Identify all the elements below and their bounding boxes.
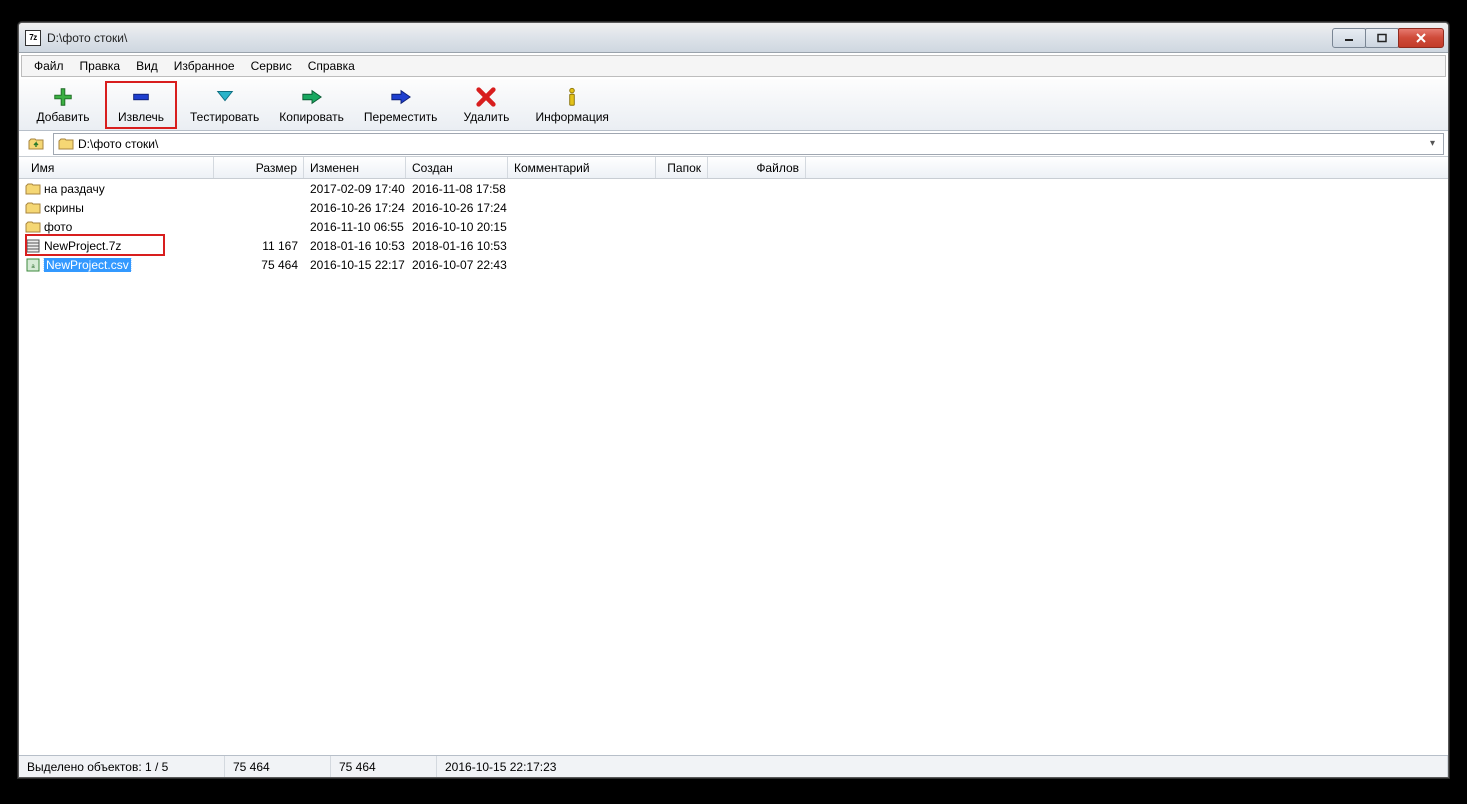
file-created: 2016-10-10 20:15 <box>406 220 508 234</box>
delete-label: Удалить <box>464 110 510 124</box>
path-input[interactable]: D:\фото стоки\ ▾ <box>53 133 1444 155</box>
menu-tools[interactable]: Сервис <box>243 57 300 75</box>
add-button[interactable]: Добавить <box>27 81 99 129</box>
menu-favorites[interactable]: Избранное <box>166 57 243 75</box>
file-name: фото <box>44 220 72 234</box>
title-bar[interactable]: 7z D:\фото стоки\ <box>19 23 1448 53</box>
add-label: Добавить <box>36 110 89 124</box>
app-icon: 7z <box>25 30 41 46</box>
status-size2: 75 464 <box>331 756 437 777</box>
move-label: Переместить <box>364 110 438 124</box>
test-label: Тестировать <box>190 110 259 124</box>
file-created: 2016-10-07 22:43 <box>406 258 508 272</box>
col-files[interactable]: Файлов <box>708 157 806 178</box>
window-controls <box>1333 28 1444 48</box>
file-created: 2018-01-16 10:53 <box>406 239 508 253</box>
file-created: 2016-10-26 17:24 <box>406 201 508 215</box>
extract-button[interactable]: Извлечь <box>105 81 177 129</box>
col-folders[interactable]: Папок <box>656 157 708 178</box>
file-row[interactable]: NewProject.7z11 1672018-01-16 10:532018-… <box>19 236 1448 255</box>
folder-icon <box>25 182 41 196</box>
file-name: NewProject.csv <box>44 258 131 272</box>
file-row[interactable]: на раздачу 2017-02-09 17:402016-11-08 17:… <box>19 179 1448 198</box>
col-created[interactable]: Создан <box>406 157 508 178</box>
file-modified: 2018-01-16 10:53 <box>304 239 406 253</box>
extract-label: Извлечь <box>118 110 164 124</box>
delete-button[interactable]: Удалить <box>450 81 522 129</box>
move-button[interactable]: Переместить <box>357 81 445 129</box>
folder-icon <box>58 137 74 151</box>
folder-up-icon <box>27 135 45 153</box>
archive-icon <box>25 239 41 253</box>
test-icon <box>213 86 237 108</box>
status-bar: Выделено объектов: 1 / 5 75 464 75 464 2… <box>19 755 1448 777</box>
file-created: 2016-11-08 17:58 <box>406 182 508 196</box>
col-name[interactable]: Имя <box>19 157 214 178</box>
menu-edit[interactable]: Правка <box>72 57 129 75</box>
status-size1: 75 464 <box>225 756 331 777</box>
path-text: D:\фото стоки\ <box>78 137 158 151</box>
test-button[interactable]: Тестировать <box>183 81 266 129</box>
window-title: D:\фото стоки\ <box>47 31 127 45</box>
close-button[interactable] <box>1398 28 1444 48</box>
info-icon <box>560 86 584 108</box>
file-modified: 2017-02-09 17:40 <box>304 182 406 196</box>
file-row[interactable]: фото 2016-11-10 06:552016-10-10 20:15 <box>19 217 1448 236</box>
col-modified[interactable]: Изменен <box>304 157 406 178</box>
file-name: на раздачу <box>44 182 105 196</box>
x-icon <box>474 86 498 108</box>
maximize-button[interactable] <box>1365 28 1399 48</box>
file-modified: 2016-10-15 22:17 <box>304 258 406 272</box>
menu-view[interactable]: Вид <box>128 57 166 75</box>
address-bar: D:\фото стоки\ ▾ <box>19 131 1448 157</box>
arrow-right-icon <box>300 86 324 108</box>
column-headers: Имя Размер Изменен Создан Комментарий Па… <box>19 157 1448 179</box>
col-size[interactable]: Размер <box>214 157 304 178</box>
menu-help[interactable]: Справка <box>300 57 363 75</box>
copy-label: Копировать <box>279 110 344 124</box>
plus-icon <box>51 86 75 108</box>
file-size: 11 167 <box>214 239 304 253</box>
menu-file[interactable]: Файл <box>26 57 72 75</box>
app-window: 7z D:\фото стоки\ Файл Правка Вид Избран… <box>18 22 1449 778</box>
file-name: скрины <box>44 201 84 215</box>
arrow-right-blue-icon <box>389 86 413 108</box>
info-button[interactable]: Информация <box>528 81 615 129</box>
csv-icon: a <box>25 258 41 272</box>
copy-button[interactable]: Копировать <box>272 81 351 129</box>
file-row[interactable]: aNewProject.csv 75 4642016-10-15 22:17201… <box>19 255 1448 274</box>
folder-icon <box>25 201 41 215</box>
file-row[interactable]: скрины 2016-10-26 17:242016-10-26 17:24 <box>19 198 1448 217</box>
status-time: 2016-10-15 22:17:23 <box>437 756 1448 777</box>
toolbar: Добавить Извлечь Тестировать Копировать … <box>19 79 1448 131</box>
info-label: Информация <box>535 110 608 124</box>
minus-icon <box>129 86 153 108</box>
chevron-down-icon[interactable]: ▾ <box>1426 138 1439 149</box>
status-selection: Выделено объектов: 1 / 5 <box>19 756 225 777</box>
file-modified: 2016-11-10 06:55 <box>304 220 406 234</box>
file-list[interactable]: на раздачу 2017-02-09 17:402016-11-08 17:… <box>19 179 1448 755</box>
minimize-button[interactable] <box>1332 28 1366 48</box>
up-button[interactable] <box>23 133 49 155</box>
folder-icon <box>25 220 41 234</box>
file-size: 75 464 <box>214 258 304 272</box>
file-name: NewProject.7z <box>44 239 121 253</box>
col-comment[interactable]: Комментарий <box>508 157 656 178</box>
file-modified: 2016-10-26 17:24 <box>304 201 406 215</box>
menu-bar: Файл Правка Вид Избранное Сервис Справка <box>21 55 1446 77</box>
